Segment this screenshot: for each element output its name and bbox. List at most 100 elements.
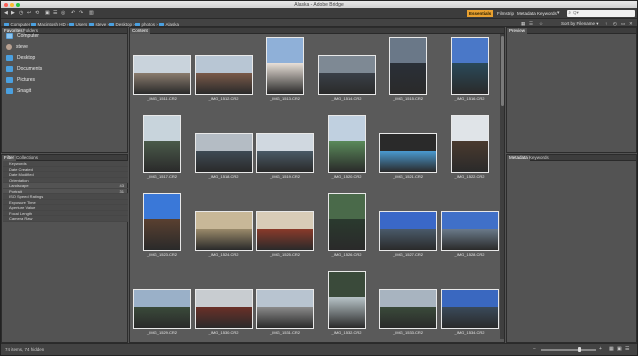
thumbnail-cell[interactable]: _IMG_1521.CR2 bbox=[378, 113, 438, 183]
filter-row-camera-raw[interactable]: Camera Raw bbox=[3, 216, 128, 222]
tab-content[interactable]: Content bbox=[130, 28, 150, 34]
thumbnail-image[interactable] bbox=[317, 55, 376, 95]
thumbnail-cell[interactable]: _IMG_1534.CR2 bbox=[440, 269, 500, 339]
tab-preview[interactable]: Preview bbox=[507, 28, 528, 34]
thumbnail-cell[interactable]: _IMG_1522.CR2 bbox=[440, 113, 500, 183]
thumbnail-image[interactable] bbox=[256, 133, 314, 173]
thumbnail-image[interactable] bbox=[389, 37, 427, 95]
thumbnail-cell[interactable]: _IMG_1512.CR2 bbox=[194, 35, 254, 105]
thumbnail-image[interactable] bbox=[256, 289, 314, 329]
thumbnail-image[interactable] bbox=[379, 289, 437, 329]
thumbnail-cell[interactable]: _IMG_1525.CR2 bbox=[255, 191, 315, 261]
search-input[interactable]: ⌕ Q▾ bbox=[567, 10, 635, 17]
thumbnail-image[interactable] bbox=[194, 133, 253, 173]
thumbnail-image[interactable] bbox=[379, 133, 437, 173]
sort-direction-icon[interactable]: ↑ bbox=[605, 21, 607, 26]
open-recent-icon[interactable]: ◴ bbox=[613, 21, 617, 27]
thumbnail-cell[interactable]: _IMG_1520.CR2 bbox=[317, 113, 377, 183]
refine-icon[interactable]: ☰ bbox=[53, 10, 57, 16]
thumbnail-image[interactable] bbox=[133, 289, 191, 329]
breadcrumb-users[interactable]: Users › bbox=[69, 22, 90, 27]
thumbnail-cell[interactable]: _IMG_1527.CR2 bbox=[378, 191, 438, 261]
thumbnail-image[interactable] bbox=[450, 115, 489, 173]
thumbnail-cell[interactable]: _IMG_1530.CR2 bbox=[194, 269, 254, 339]
thumbnail-size-slider[interactable] bbox=[541, 349, 596, 351]
thumbnail-cell[interactable]: _IMG_1513.CR2 bbox=[255, 35, 315, 105]
view-thumbnails-icon[interactable]: ▣ bbox=[617, 346, 622, 352]
breadcrumb-steve[interactable]: steve › bbox=[89, 22, 109, 27]
delete-icon[interactable]: ✕ bbox=[629, 21, 633, 27]
open-in-cr-icon[interactable]: ◎ bbox=[61, 10, 65, 16]
thumbnail-image[interactable] bbox=[194, 211, 253, 251]
breadcrumb-desktop[interactable]: Desktop › bbox=[109, 22, 135, 27]
thumbnail-image[interactable] bbox=[450, 37, 489, 95]
workspace-tab-filmstrip[interactable]: Filmstrip bbox=[495, 10, 516, 17]
folder-icon bbox=[6, 54, 13, 61]
return-icon[interactable]: ↩ bbox=[27, 10, 31, 16]
thumbnail-cell[interactable]: _IMG_1515.CR2 bbox=[378, 35, 438, 105]
thumbnail-cell[interactable]: _IMG_1526.CR2 bbox=[317, 191, 377, 261]
thumbnail-image[interactable] bbox=[143, 193, 181, 251]
thumbnail-image[interactable] bbox=[327, 271, 366, 329]
rotate-right-icon[interactable]: ↷ bbox=[79, 10, 83, 16]
thumbnail-image[interactable] bbox=[379, 211, 437, 251]
content-scrollbar[interactable] bbox=[500, 34, 504, 339]
thumbnail-cell[interactable]: _IMG_1517.CR2 bbox=[132, 113, 192, 183]
workspace-menu-chevron-icon[interactable]: ▾ bbox=[557, 10, 560, 16]
breadcrumb-computer[interactable]: Computer › bbox=[4, 22, 33, 27]
zoom-out-icon[interactable]: − bbox=[533, 346, 536, 352]
thumbnail-image[interactable] bbox=[194, 289, 253, 329]
thumbnail-image[interactable] bbox=[143, 115, 181, 173]
forward-arrow-icon[interactable]: ▶ bbox=[11, 10, 15, 16]
zoom-in-icon[interactable]: + bbox=[599, 346, 602, 352]
thumbnail-cell[interactable]: _IMG_1516.CR2 bbox=[440, 35, 500, 105]
thumbnail-image[interactable] bbox=[194, 55, 253, 95]
thumbnail-cell[interactable]: _IMG_1518.CR2 bbox=[194, 113, 254, 183]
favorite-item-steve[interactable]: steve bbox=[6, 43, 28, 52]
thumbnail-image[interactable] bbox=[327, 193, 366, 251]
content-scrollbar-thumb[interactable] bbox=[500, 36, 504, 106]
thumbnail-cell[interactable]: _IMG_1528.CR2 bbox=[440, 191, 500, 261]
breadcrumb-alaska[interactable]: Alaska bbox=[159, 22, 179, 27]
lock-thumbnail-grid-icon[interactable]: ▦ bbox=[609, 346, 614, 352]
breadcrumb-photos[interactable]: photos › bbox=[135, 22, 158, 27]
favorite-item-snagit[interactable]: Snagit bbox=[6, 87, 31, 96]
trash-icon[interactable]: ▥ bbox=[89, 10, 94, 16]
thumbnail-cell[interactable]: _IMG_1529.CR2 bbox=[132, 269, 192, 339]
breadcrumb-macintosh-hd[interactable]: Macintosh HD › bbox=[31, 22, 69, 27]
thumbnail-cell[interactable]: _IMG_1532.CR2 bbox=[317, 269, 377, 339]
view-grid-icon[interactable]: ▦ bbox=[521, 21, 525, 27]
thumbnail-cell[interactable]: _IMG_1519.CR2 bbox=[255, 113, 315, 183]
thumbnail-cell[interactable]: _IMG_1524.CR2 bbox=[194, 191, 254, 261]
new-folder-icon[interactable]: ▭ bbox=[621, 21, 625, 27]
thumbnail-cell[interactable]: _IMG_1514.CR2 bbox=[317, 35, 377, 105]
thumbnail-cell[interactable]: _IMG_1523.CR2 bbox=[132, 191, 192, 261]
star-filter-icon[interactable]: ☆ bbox=[539, 21, 543, 27]
thumbnail-cell[interactable]: _IMG_1511.CR2 bbox=[132, 35, 192, 105]
history-clock-icon[interactable]: ◷ bbox=[19, 10, 23, 16]
thumbnail-image[interactable] bbox=[256, 211, 314, 251]
thumbnail-image[interactable] bbox=[133, 55, 191, 95]
camera-icon[interactable]: ▣ bbox=[45, 10, 50, 16]
thumbnail-image[interactable] bbox=[440, 211, 499, 251]
thumbnail-image[interactable] bbox=[440, 289, 499, 329]
thumbnail-cell[interactable]: _IMG_1531.CR2 bbox=[255, 269, 315, 339]
favorite-item-computer[interactable]: Computer bbox=[6, 32, 39, 41]
thumbnail-image[interactable] bbox=[266, 37, 304, 95]
boomerang-icon[interactable]: ⟲ bbox=[35, 10, 39, 16]
favorite-item-documents[interactable]: Documents bbox=[6, 65, 42, 74]
workspace-tab-keywords[interactable]: Keywords bbox=[535, 10, 559, 17]
thumbnail-image[interactable] bbox=[327, 115, 366, 173]
workspace-tab-essentials[interactable]: Essentials bbox=[467, 9, 494, 17]
metadata-panel: Metadata Keywords bbox=[506, 154, 637, 343]
view-details-icon[interactable]: ☰ bbox=[625, 346, 629, 352]
back-arrow-icon[interactable]: ◀ bbox=[4, 10, 8, 16]
tab-keywords[interactable]: Keywords bbox=[527, 155, 551, 161]
thumbnail-size-slider-knob[interactable] bbox=[578, 347, 581, 352]
rotate-left-icon[interactable]: ↶ bbox=[71, 10, 75, 16]
favorite-item-desktop[interactable]: Desktop bbox=[6, 54, 35, 63]
sort-by-dropdown[interactable]: Sort by Filename ▾ bbox=[561, 21, 599, 27]
thumbnail-cell[interactable]: _IMG_1533.CR2 bbox=[378, 269, 438, 339]
favorite-item-pictures[interactable]: Pictures bbox=[6, 76, 35, 85]
view-list-icon[interactable]: ☰ bbox=[529, 21, 533, 27]
